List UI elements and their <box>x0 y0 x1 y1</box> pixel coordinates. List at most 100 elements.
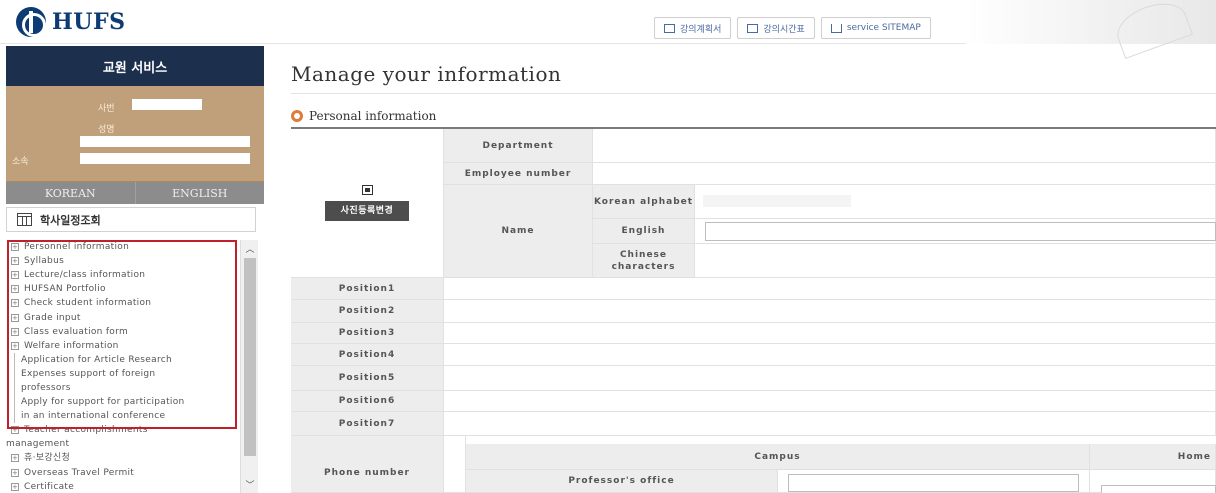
menu-scrollbar[interactable]: ︿ ﹀ <box>240 240 258 493</box>
chinese-name-cell <box>695 244 1216 278</box>
expand-plus-icon[interactable]: + <box>11 313 19 322</box>
menu-item[interactable]: + Overseas Travel Permit <box>6 466 240 480</box>
hufs-logo[interactable]: HUFS <box>16 7 125 37</box>
syllabus-link-button[interactable]: 강의계획서 <box>654 17 732 39</box>
menu-item-label: professors <box>21 382 71 393</box>
phone-number-header: Phone number <box>291 436 444 493</box>
menu-item[interactable]: + Syllabus <box>6 254 240 268</box>
position4-value-cell <box>444 344 1216 366</box>
calendar-icon <box>664 23 675 33</box>
position5-value-cell <box>444 366 1216 391</box>
menu-item[interactable]: Application for Article Research <box>14 352 240 367</box>
menu-item[interactable]: professors <box>14 380 240 396</box>
department-value <box>80 153 250 164</box>
menu-item[interactable]: management <box>6 437 240 451</box>
sidebar-title: 교원 서비스 <box>6 46 264 86</box>
korean-name-cell <box>695 185 1216 219</box>
korean-alphabet-header: Korean alphabet <box>593 185 695 219</box>
position1-header: Position1 <box>291 278 444 300</box>
expand-plus-icon[interactable]: + <box>11 257 19 266</box>
menu-item[interactable]: + Grade input <box>6 310 240 324</box>
sitemap-link-button[interactable]: service SITEMAP <box>820 17 931 39</box>
hufs-emblem-icon <box>16 7 46 37</box>
expand-plus-icon[interactable]: + <box>11 327 19 336</box>
grid-icon <box>747 23 759 33</box>
menu-item[interactable]: + Check student information <box>6 296 240 310</box>
menu-item[interactable]: + Teacher accomplishments <box>6 423 240 437</box>
scroll-down-icon[interactable]: ﹀ <box>245 478 255 491</box>
expand-plus-icon[interactable]: + <box>11 454 19 463</box>
expand-plus-icon[interactable]: + <box>11 285 19 294</box>
name-header: Name <box>444 185 593 278</box>
expand-plus-icon[interactable]: + <box>11 482 19 491</box>
menu-item[interactable]: + Lecture/class information <box>6 268 240 282</box>
title-divider <box>291 93 1216 94</box>
menu-item-label: Class evaluation form <box>24 326 129 337</box>
section-heading: Personal information <box>291 109 436 123</box>
expand-plus-icon[interactable]: + <box>11 299 19 308</box>
menu-item-label: Welfare information <box>24 340 119 351</box>
position2-header: Position2 <box>291 300 444 323</box>
position2-value-cell <box>444 300 1216 323</box>
position1-value-cell <box>444 278 1216 300</box>
menu-item-label: Lecture/class information <box>24 270 146 281</box>
korean-name-value <box>703 195 851 207</box>
employee-id-label: 사번 <box>98 104 115 114</box>
photo-cell: 사진등록변경 <box>291 129 444 278</box>
scrollbar-thumb[interactable] <box>244 258 256 456</box>
position4-header: Position4 <box>291 344 444 366</box>
lang-english-button[interactable]: ENGLISH <box>136 182 265 204</box>
menu-item-label: Syllabus <box>24 256 65 267</box>
office-phone-input[interactable] <box>788 474 1079 492</box>
scroll-up-icon[interactable]: ︿ <box>245 242 255 255</box>
menu-item-label: Personnel information <box>24 242 130 253</box>
menu-item-label: Grade input <box>24 312 81 323</box>
menu-item[interactable]: + Class evaluation form <box>6 325 240 339</box>
sitemap-link-label: service SITEMAP <box>846 23 921 33</box>
section-title: Personal information <box>309 109 437 123</box>
position7-value-cell <box>444 412 1216 436</box>
academic-schedule-button[interactable]: 학사일정조회 <box>6 207 256 232</box>
photo-placeholder-icon <box>361 185 373 195</box>
name-value <box>80 136 250 147</box>
employee-number-header: Employee number <box>444 163 593 185</box>
expand-plus-icon[interactable]: + <box>11 271 19 280</box>
calendar-icon <box>17 213 32 226</box>
page-title: Manage your information <box>291 62 562 86</box>
employee-id-value <box>132 99 202 110</box>
expand-plus-icon[interactable]: + <box>11 341 19 350</box>
menu-item[interactable]: + 휴·보강신청 <box>6 451 240 465</box>
menu-item[interactable]: in an international conference <box>14 409 240 424</box>
timetable-link-button[interactable]: 강의시간표 <box>737 17 815 39</box>
expand-plus-icon[interactable]: + <box>11 426 19 435</box>
menu-item-label: 휴·보강신청 <box>24 453 71 464</box>
expand-plus-icon[interactable]: + <box>11 243 19 252</box>
employee-number-value-cell <box>593 163 1216 185</box>
logo-text: HUFS <box>52 9 126 35</box>
menu-item[interactable]: Expenses support of foreign <box>14 366 240 381</box>
department-header: Department <box>444 129 593 163</box>
menu-item[interactable]: + Certificate <box>6 480 240 493</box>
menu-item[interactable]: + Personnel information <box>6 240 240 254</box>
menu-item[interactable]: + HUFSAN Portfolio <box>6 282 240 296</box>
menu-item-label: Apply for support for participation <box>21 397 185 408</box>
english-header: English <box>593 219 695 244</box>
academic-schedule-label: 학사일정조회 <box>40 213 101 227</box>
expand-plus-icon[interactable]: + <box>11 468 19 477</box>
header-decoration <box>966 0 1216 44</box>
menu-item[interactable]: Apply for support for participation <box>14 395 240 410</box>
english-name-input[interactable] <box>705 222 1216 241</box>
position7-header: Position7 <box>291 412 444 436</box>
menu-item[interactable]: + Welfare information <box>6 339 240 353</box>
menu-item-label: Check student information <box>24 298 152 309</box>
position3-value-cell <box>444 323 1216 344</box>
department-label: 소속 <box>12 157 29 167</box>
top-links: 강의계획서 강의시간표 service SITEMAP <box>654 17 931 39</box>
change-photo-button[interactable]: 사진등록변경 <box>324 201 410 221</box>
department-value-cell <box>593 129 1216 163</box>
menu-item-label: Expenses support of foreign <box>21 368 156 379</box>
lang-korean-button[interactable]: KOREAN <box>6 182 136 204</box>
position6-value-cell <box>444 391 1216 412</box>
home-phone-input[interactable] <box>1101 485 1216 493</box>
sidebar-menu: + Personnel information + Syllabus + Lecture/… <box>6 240 258 493</box>
